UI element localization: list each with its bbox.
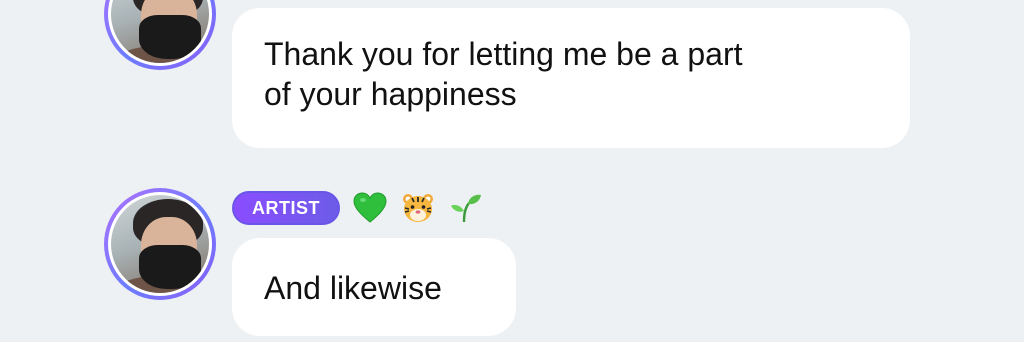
avatar-photo — [111, 195, 209, 293]
green-heart-icon — [352, 190, 388, 226]
avatar-photo — [111, 0, 209, 63]
tiger-face-icon — [400, 190, 436, 226]
avatar-mask — [139, 245, 201, 289]
message-text: And likewise — [264, 270, 442, 306]
message-bubble[interactable]: Thank you for letting me be a part of yo… — [232, 8, 910, 148]
message-bubble[interactable]: And likewise — [232, 238, 516, 336]
artist-badge: ARTIST — [232, 191, 340, 225]
seedling-icon — [448, 190, 484, 226]
avatar-mask — [139, 15, 201, 59]
avatar-border — [108, 0, 212, 66]
avatar-border — [108, 192, 212, 296]
sender-header: ARTIST — [232, 188, 484, 228]
chat-thread: Thank you for letting me be a part of yo… — [0, 0, 1024, 342]
avatar[interactable] — [104, 188, 216, 300]
avatar[interactable] — [104, 0, 216, 70]
message-text-line: of your happiness — [264, 76, 517, 112]
message-text-line: Thank you for letting me be a part — [264, 36, 743, 72]
